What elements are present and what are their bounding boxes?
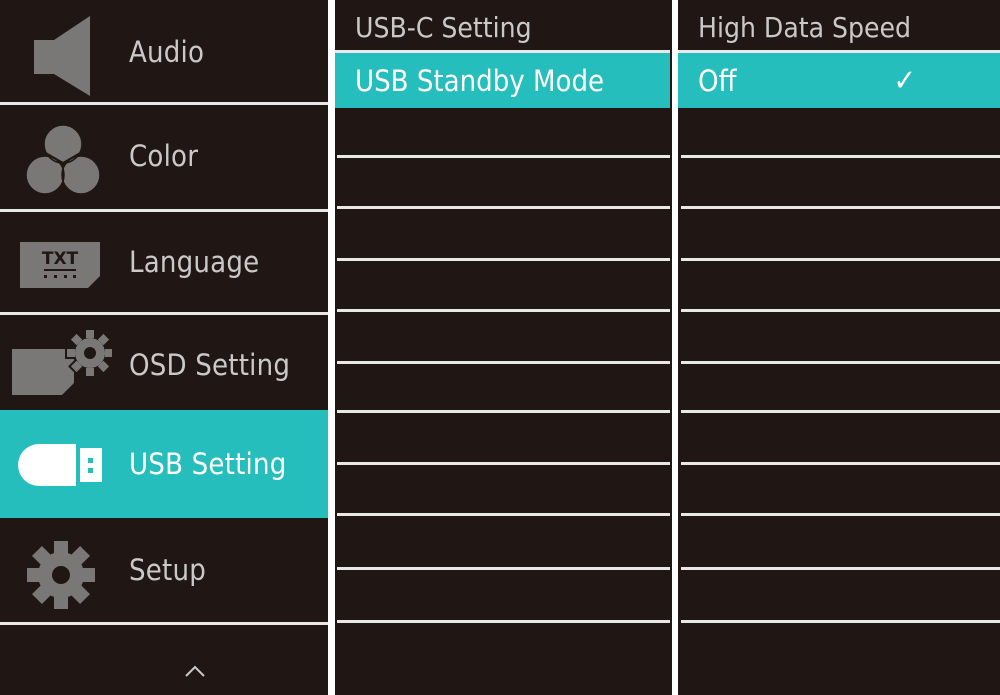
menu-label-osd-setting: OSD Setting bbox=[129, 348, 291, 382]
check-mark-icon: ✓ bbox=[893, 63, 916, 98]
gear-icon bbox=[27, 541, 95, 609]
row-divider bbox=[681, 155, 1000, 158]
txt-language-icon: TXT bbox=[20, 242, 100, 288]
osd-gear-icon bbox=[12, 328, 112, 395]
row-divider bbox=[681, 258, 1000, 261]
row-divider bbox=[681, 462, 1000, 465]
menu-item-osd-setting[interactable]: OSD Setting bbox=[0, 315, 328, 415]
menu-label-setup: Setup bbox=[129, 553, 206, 587]
row-divider bbox=[337, 206, 670, 209]
menu-item-audio[interactable]: Audio bbox=[0, 2, 328, 102]
speaker-icon bbox=[34, 16, 90, 96]
row-divider bbox=[337, 361, 670, 364]
menu-divider bbox=[0, 102, 328, 105]
menu-label-audio: Audio bbox=[129, 35, 205, 69]
row-divider bbox=[337, 410, 670, 413]
row-divider bbox=[681, 620, 1000, 623]
option-label: Off bbox=[698, 63, 737, 98]
menu-label-usb-setting: USB Setting bbox=[129, 447, 287, 481]
row-divider bbox=[681, 309, 1000, 312]
row-divider bbox=[337, 309, 670, 312]
color-circles-icon bbox=[25, 124, 101, 195]
row-divider bbox=[681, 513, 1000, 516]
options-header[interactable]: High Data Speed bbox=[698, 11, 911, 44]
row-divider bbox=[337, 155, 670, 158]
row-divider bbox=[337, 567, 670, 570]
menu-label-color: Color bbox=[129, 139, 199, 173]
menu-item-usb-setting[interactable]: USB Setting bbox=[0, 410, 328, 518]
osd-menu: Audio Color TXT Language OSD Setting USB… bbox=[0, 0, 1000, 695]
row-divider bbox=[337, 258, 670, 261]
submenu-header[interactable]: USB-C Setting bbox=[355, 11, 532, 44]
menu-item-setup[interactable]: Setup bbox=[0, 520, 328, 620]
row-divider bbox=[681, 567, 1000, 570]
menu-label-language: Language bbox=[129, 245, 260, 279]
menu-item-color[interactable]: Color bbox=[0, 106, 328, 206]
chevron-up-icon[interactable] bbox=[184, 664, 206, 678]
option-off[interactable]: Off ✓ bbox=[678, 53, 1000, 108]
row-divider bbox=[681, 206, 1000, 209]
row-divider bbox=[681, 410, 1000, 413]
svg-text:TXT: TXT bbox=[42, 249, 79, 269]
submenu-item-label: USB Standby Mode bbox=[355, 63, 605, 98]
row-divider bbox=[337, 462, 670, 465]
usb-icon bbox=[18, 444, 102, 486]
menu-divider bbox=[0, 622, 328, 625]
row-divider bbox=[681, 361, 1000, 364]
main-menu: Audio Color TXT Language OSD Setting USB… bbox=[0, 0, 328, 695]
row-divider bbox=[337, 620, 670, 623]
row-divider bbox=[337, 513, 670, 516]
menu-item-language[interactable]: TXT Language bbox=[0, 212, 328, 312]
options-panel: High Data Speed Off ✓ bbox=[678, 0, 1000, 695]
submenu-item-usb-standby-mode[interactable]: USB Standby Mode bbox=[335, 53, 670, 108]
submenu-panel: USB-C Setting USB Standby Mode bbox=[335, 0, 672, 695]
